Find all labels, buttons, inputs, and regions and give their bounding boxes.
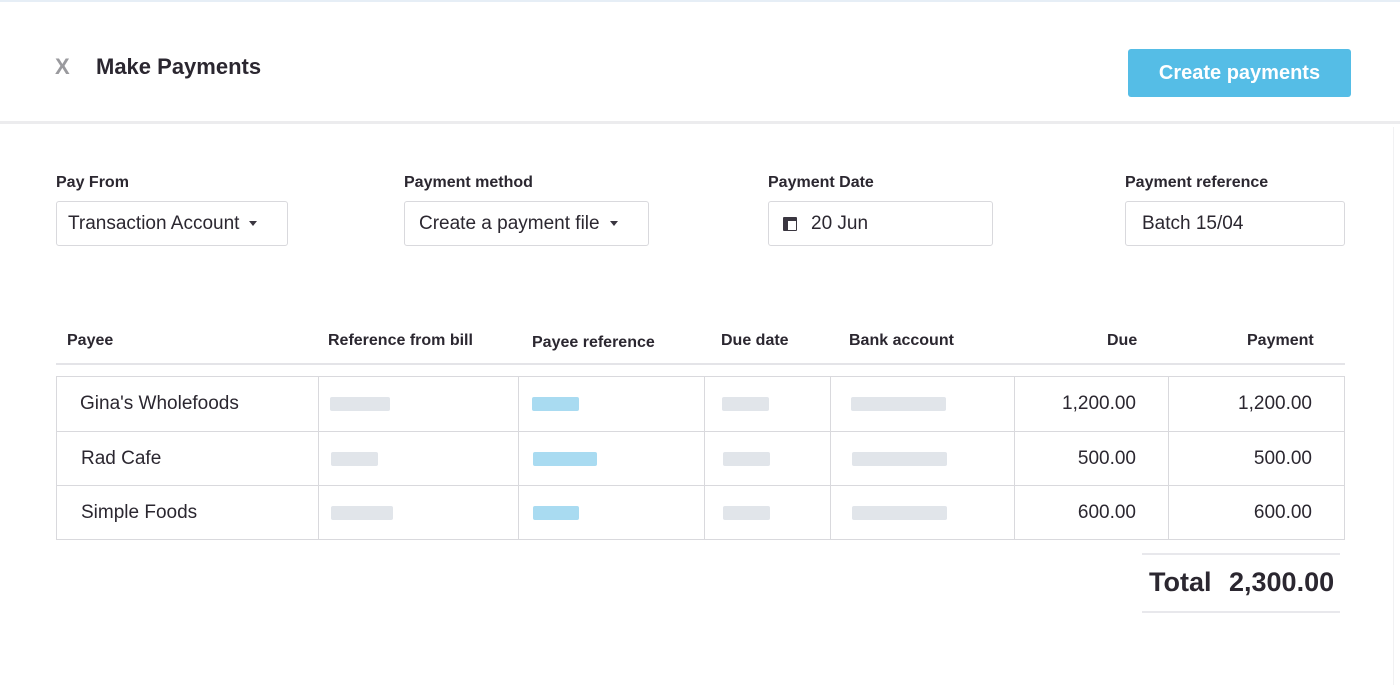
total-value: 2,300.00 xyxy=(1229,567,1335,597)
chevron-down-icon xyxy=(249,221,258,226)
column-header-payment: Payment xyxy=(1247,332,1314,349)
due-date-cell xyxy=(722,377,769,431)
redacted-link[interactable] xyxy=(533,452,597,466)
payee-cell: Gina's Wholefoods xyxy=(80,393,239,414)
payment-method-label: Payment method xyxy=(404,174,533,191)
page-header: X Make Payments Create payments xyxy=(0,2,1400,124)
page-title: Make Payments xyxy=(96,54,262,79)
reference-from-bill-cell xyxy=(331,432,378,486)
reference-from-bill-cell xyxy=(331,486,393,540)
create-payments-button[interactable]: Create payments xyxy=(1128,49,1351,97)
pay-from-field: Pay From Transaction Account xyxy=(56,174,288,246)
payment-method-value: Create a payment file xyxy=(419,212,600,234)
pay-from-label: Pay From xyxy=(56,174,129,191)
column-header-payee: Payee xyxy=(67,332,114,349)
redacted-value xyxy=(331,452,378,466)
column-header-bank-account: Bank account xyxy=(849,332,954,349)
payee-reference-cell[interactable] xyxy=(533,486,579,540)
close-icon[interactable]: X xyxy=(55,54,70,80)
payment-cell[interactable]: 500.00 xyxy=(1168,432,1312,486)
payment-date-value: 20 Jun xyxy=(811,212,869,234)
payee-reference-cell[interactable] xyxy=(532,377,579,431)
pay-from-value: Transaction Account xyxy=(68,212,240,234)
payment-method-field: Payment method Create a payment file xyxy=(404,174,649,246)
payment-date-field: Payment Date 20 Jun xyxy=(768,174,993,246)
column-header-due: Due xyxy=(1107,332,1138,349)
redacted-value xyxy=(852,452,947,466)
payment-date-label: Payment Date xyxy=(768,174,874,191)
redacted-value xyxy=(723,506,770,520)
payment-reference-value: Batch 15/04 xyxy=(1142,212,1244,234)
panel-edge xyxy=(1393,127,1394,685)
table-row[interactable]: Rad Cafe 500.00 500.00 xyxy=(57,431,1344,485)
bank-account-cell xyxy=(852,486,947,540)
payment-date-input[interactable]: 20 Jun xyxy=(768,201,993,246)
total-divider-bottom xyxy=(1142,611,1340,613)
payment-reference-label: Payment reference xyxy=(1125,174,1269,191)
redacted-value xyxy=(852,506,947,520)
due-cell: 1,200.00 xyxy=(1062,393,1136,414)
redacted-value xyxy=(331,506,393,520)
column-header-payee-reference: Payee reference xyxy=(532,334,655,351)
chevron-down-icon xyxy=(609,221,618,226)
payment-method-select[interactable]: Create a payment file xyxy=(404,201,649,246)
redacted-link[interactable] xyxy=(532,397,579,411)
payee-cell: Rad Cafe xyxy=(81,448,162,469)
payment-cell[interactable]: 1,200.00 xyxy=(1168,377,1312,431)
total-divider-top xyxy=(1142,553,1340,555)
redacted-value xyxy=(851,397,946,411)
payment-reference-input[interactable]: Batch 15/04 xyxy=(1125,201,1345,246)
redacted-value xyxy=(330,397,390,411)
payee-cell: Simple Foods xyxy=(81,502,198,523)
due-date-cell xyxy=(723,432,770,486)
due-cell: 600.00 xyxy=(1077,502,1136,523)
due-cell: 500.00 xyxy=(1077,448,1136,469)
redacted-value xyxy=(722,397,769,411)
payments-table: Gina's Wholefoods 1,200.00 1,200.00 Rad … xyxy=(56,376,1345,540)
table-row[interactable]: Gina's Wholefoods 1,200.00 1,200.00 xyxy=(57,377,1344,431)
due-date-cell xyxy=(723,486,770,540)
column-header-reference-from-bill: Reference from bill xyxy=(328,332,473,349)
pay-from-select[interactable]: Transaction Account xyxy=(56,201,288,246)
bank-account-cell xyxy=(852,432,947,486)
redacted-link[interactable] xyxy=(533,506,579,520)
reference-from-bill-cell xyxy=(330,377,390,431)
calendar-icon[interactable] xyxy=(783,216,797,231)
total-label: Total xyxy=(1149,567,1212,597)
table-row[interactable]: Simple Foods 600.00 600.00 xyxy=(57,485,1344,539)
redacted-value xyxy=(723,452,770,466)
header-divider xyxy=(56,363,1345,365)
payment-cell[interactable]: 600.00 xyxy=(1168,486,1312,540)
payment-reference-field: Payment reference Batch 15/04 xyxy=(1125,174,1345,246)
column-header-due-date: Due date xyxy=(721,332,789,349)
bank-account-cell xyxy=(851,377,946,431)
payee-reference-cell[interactable] xyxy=(533,432,597,486)
